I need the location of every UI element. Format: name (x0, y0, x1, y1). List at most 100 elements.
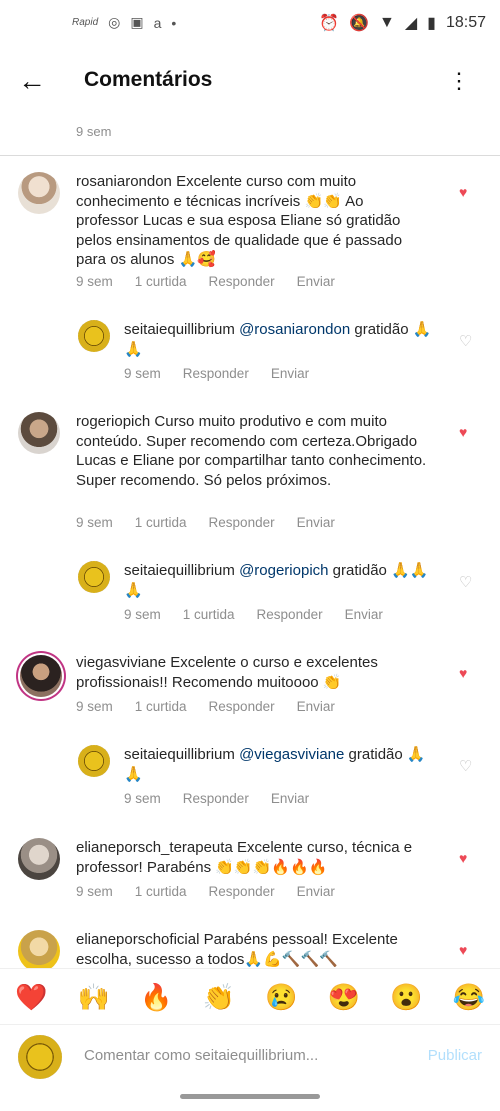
comment-meta: 9 sem 1 curtida Responder Enviar (76, 274, 335, 289)
comment-meta: 9 sem 1 curtida Responder Enviar (76, 515, 335, 530)
signal-icon: ◢ (404, 15, 418, 32)
reply-item: seitaiequillibrium @viegasviviane gratid… (78, 745, 500, 809)
heart-outline-icon[interactable]: ♡ (459, 757, 472, 775)
reaction-raised-hands-icon[interactable]: 🙌 (74, 982, 114, 1013)
avatar[interactable] (18, 838, 60, 880)
avatar[interactable] (78, 561, 110, 593)
send-button[interactable]: Enviar (271, 791, 309, 806)
comment-time: 9 sem (124, 366, 161, 381)
comment-text: viegasviviane Excelente o curso e excele… (76, 653, 426, 692)
more-options-icon[interactable]: ⋮ (448, 66, 470, 96)
send-button[interactable]: Enviar (297, 274, 335, 289)
gesture-nav-bar[interactable] (180, 1094, 320, 1099)
comment-meta: 9 sem 1 curtida Responder Enviar (124, 607, 383, 622)
comment-likes[interactable]: 1 curtida (135, 515, 187, 530)
comment-likes[interactable]: 1 curtida (135, 884, 187, 899)
mention-link[interactable]: @rogeriopich (239, 562, 328, 579)
heart-outline-icon[interactable]: ♡ (459, 332, 472, 350)
mention-link[interactable]: @rosaniarondon (239, 321, 350, 338)
comment-item: elianeporschoficial Parabéns pessoal! Ex… (18, 930, 500, 968)
comment-username[interactable]: seitaiequillibrium (124, 746, 235, 763)
comment-username[interactable]: rosaniarondon (76, 173, 172, 190)
comment-text: elianeporsch_terapeuta Excelente curso, … (76, 838, 446, 877)
avatar[interactable] (18, 412, 60, 454)
heart-icon[interactable]: ♥ (459, 665, 467, 681)
reaction-surprised-icon[interactable]: 😮 (386, 982, 426, 1013)
page-title: Comentários (84, 68, 213, 91)
avatar[interactable] (78, 745, 110, 777)
avatar[interactable] (18, 172, 60, 214)
comment-username[interactable]: viegasviviane (76, 654, 166, 671)
comment-input[interactable]: Comentar como seitaiequillibrium... (84, 1047, 318, 1064)
status-left-icons: Rapid ◎ ▣ a • (72, 14, 176, 31)
heart-icon[interactable]: ♥ (459, 424, 467, 440)
publish-button[interactable]: Publicar (428, 1047, 482, 1064)
mute-icon: 🔕 (349, 15, 369, 32)
comment-username[interactable]: elianeporsch_terapeuta (76, 839, 233, 856)
reply-button[interactable]: Responder (257, 607, 323, 622)
app-bar: ← Comentários ⋮ (0, 48, 500, 114)
notification-dot-icon: • (171, 14, 177, 31)
reaction-fire-icon[interactable]: 🔥 (136, 982, 176, 1013)
comment-username[interactable]: seitaiequillibrium (124, 321, 235, 338)
comment-username[interactable]: elianeporschoficial (76, 931, 199, 948)
wifi-icon: ▼ (378, 14, 395, 31)
avatar[interactable] (18, 930, 60, 968)
comment-username[interactable]: rogeriopich (76, 413, 150, 430)
reply-button[interactable]: Responder (209, 699, 275, 714)
avatar[interactable] (78, 320, 110, 352)
comment-item: viegasviviane Excelente o curso e excele… (18, 653, 500, 719)
app-icon: ▣ (130, 14, 144, 30)
battery-icon: ▮ (427, 15, 436, 32)
comment-time: 9 sem (124, 607, 161, 622)
heart-outline-icon[interactable]: ♡ (459, 573, 472, 591)
reaction-laughing-icon[interactable]: 😂 (449, 982, 489, 1013)
send-button[interactable]: Enviar (271, 366, 309, 381)
reaction-heart-icon[interactable]: ❤️ (11, 982, 51, 1013)
comment-username[interactable]: seitaiequillibrium (124, 562, 235, 579)
comment-time: 9 sem (76, 515, 113, 530)
comment-time: 9 sem (124, 791, 161, 806)
send-button[interactable]: Enviar (297, 699, 335, 714)
comment-time: 9 sem (76, 884, 113, 899)
comment-likes[interactable]: 1 curtida (135, 699, 187, 714)
heart-icon[interactable]: ♥ (459, 184, 467, 200)
reply-button[interactable]: Responder (209, 274, 275, 289)
reply-button[interactable]: Responder (209, 884, 275, 899)
mention-link[interactable]: @viegasviviane (239, 746, 344, 763)
send-button[interactable]: Enviar (297, 515, 335, 530)
reaction-heart-eyes-icon[interactable]: 😍 (324, 982, 364, 1013)
comment-item: rosaniarondon Excelente curso com muito … (18, 172, 500, 292)
reply-button[interactable]: Responder (209, 515, 275, 530)
comment-composer: Comentar como seitaiequillibrium... Publ… (0, 1024, 500, 1089)
status-bar: Rapid ◎ ▣ a • ⏰ 🔕 ▼ ◢ ▮ 18:57 (0, 0, 500, 48)
reaction-clap-icon[interactable]: 👏 (199, 982, 239, 1013)
previous-comment-time: 9 sem (76, 124, 112, 139)
heart-icon[interactable]: ♥ (459, 850, 467, 866)
divider (0, 155, 500, 156)
comment-text: seitaiequillibrium @rosaniarondon gratid… (124, 320, 444, 359)
comment-time: 9 sem (76, 274, 113, 289)
quick-reactions-bar: ❤️ 🙌 🔥 👏 😢 😍 😮 😂 (0, 968, 500, 1025)
back-arrow-icon[interactable]: ← (18, 66, 46, 96)
avatar[interactable] (20, 655, 62, 697)
comment-text: seitaiequillibrium @rogeriopich gratidão… (124, 561, 444, 600)
reply-button[interactable]: Responder (183, 366, 249, 381)
reaction-crying-icon[interactable]: 😢 (261, 982, 301, 1013)
comment-meta: 9 sem 1 curtida Responder Enviar (76, 884, 335, 899)
reply-button[interactable]: Responder (183, 791, 249, 806)
comment-likes[interactable]: 1 curtida (135, 274, 187, 289)
comment-text: rosaniarondon Excelente curso com muito … (76, 172, 426, 270)
comment-meta: 9 sem Responder Enviar (124, 791, 309, 806)
clock-time: 18:57 (445, 14, 486, 31)
reply-item: seitaiequillibrium @rogeriopich gratidão… (78, 561, 500, 625)
reply-item: seitaiequillibrium @rosaniarondon gratid… (78, 320, 500, 384)
status-right-icons: ⏰ 🔕 ▼ ◢ ▮ 18:57 (319, 13, 486, 33)
comment-likes[interactable]: 1 curtida (183, 607, 235, 622)
heart-icon[interactable]: ♥ (459, 942, 467, 958)
send-button[interactable]: Enviar (345, 607, 383, 622)
instagram-icon: ◎ (108, 14, 121, 30)
send-button[interactable]: Enviar (297, 884, 335, 899)
comment-text: elianeporschoficial Parabéns pessoal! Ex… (76, 930, 446, 968)
comment-text: seitaiequillibrium @viegasviviane gratid… (124, 745, 444, 784)
